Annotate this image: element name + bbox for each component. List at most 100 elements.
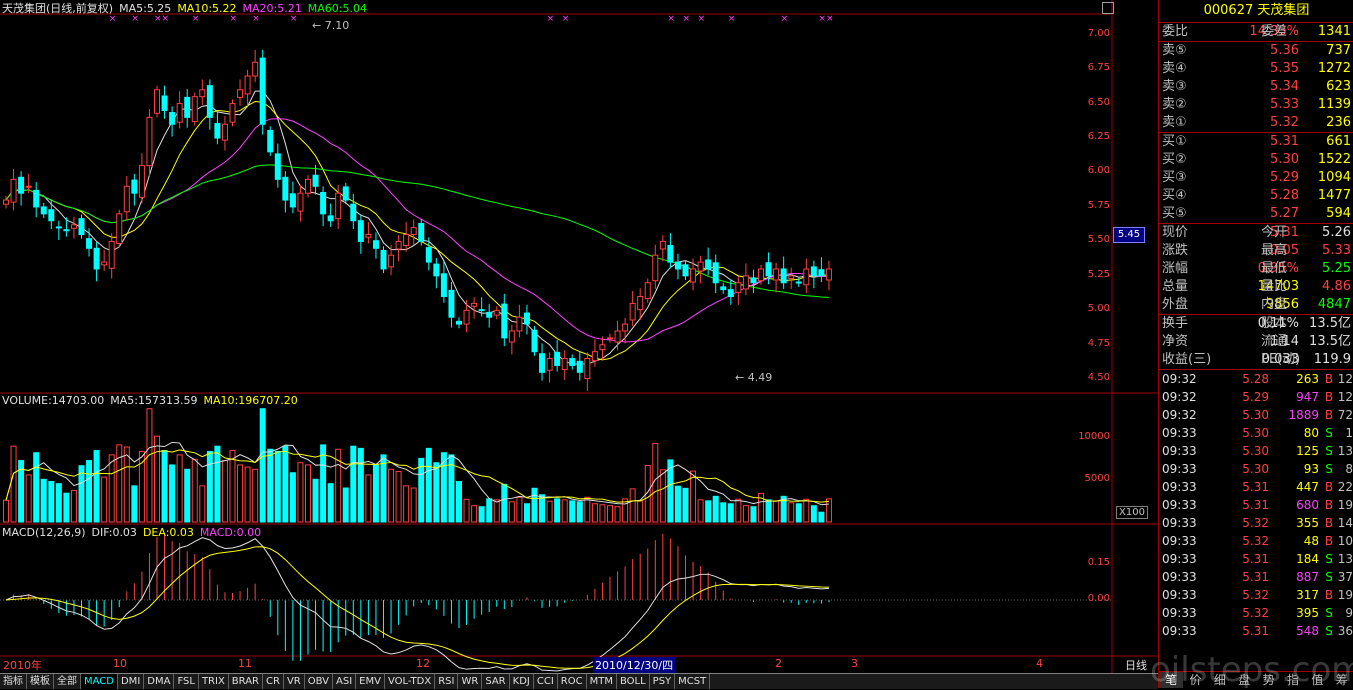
price-axis-label: 6.50 (1087, 96, 1110, 108)
tab-fsl[interactable]: FSL (174, 674, 199, 689)
macd-name: MACD(12,26,9) (2, 526, 86, 539)
macd-value-label: MACD:0.00 (199, 526, 262, 539)
candle-body (40, 206, 47, 215)
tick-row: 09:33 5.32 395 S 9 (1162, 606, 1353, 620)
tab-全部[interactable]: 全部 (54, 674, 81, 689)
candle-body (403, 234, 410, 247)
tab-psy[interactable]: PSY (650, 674, 676, 689)
candle-body (697, 261, 704, 272)
tab-macd[interactable]: MACD (81, 674, 118, 689)
watermark: oilsteps.com.au (1150, 650, 1353, 690)
macd-lines (0, 537, 1112, 672)
tick-row: 09:33 5.31 184 S 13 (1162, 552, 1353, 566)
dea-line (5, 546, 829, 669)
quote-panel: 000627 天茂集团 委比 14.33% 委差 1341 卖⑤ 5.36 737 卖… (1158, 0, 1353, 688)
volume-bar (742, 505, 749, 523)
bid-list: 买① 5.31 661 买② 5.30 1522 买③ 5.29 1094 买④ 5.28 1477 买… (1159, 133, 1353, 223)
order-row: 买② 5.30 1522 (1162, 152, 1351, 167)
volume-bar (199, 485, 206, 523)
volume-bar (3, 499, 9, 523)
candle-body (735, 282, 742, 293)
tab-wr[interactable]: WR (458, 674, 483, 689)
candle-body (380, 249, 387, 270)
price-axis-label: 5.00 (1087, 303, 1110, 315)
ask-list: 卖⑤ 5.36 737 卖④ 5.35 1272 卖③ 5.34 623 卖② 5.33 1139 卖①… (1159, 42, 1353, 132)
price-axis-label: 5.75 (1087, 199, 1110, 211)
candle-body (531, 329, 538, 353)
maximize-box-icon[interactable] (1102, 2, 1114, 14)
candle-body (221, 123, 228, 141)
ma5-line (5, 90, 830, 365)
candle-body (335, 192, 342, 220)
candle-body (63, 229, 70, 232)
candle-body (342, 186, 349, 201)
volume-bar (425, 447, 432, 523)
tab-dma[interactable]: DMA (144, 674, 175, 689)
macd-axis-015: 0.15 (1087, 557, 1110, 568)
tab-roc[interactable]: ROC (558, 674, 587, 689)
tab-mcst[interactable]: MCST (675, 674, 711, 689)
volume-bar (599, 504, 606, 523)
tick-row: 09:33 5.30 93 S 8 (1162, 462, 1353, 476)
volume-bar (93, 450, 100, 523)
tab-vol-tdx[interactable]: VOL-TDX (385, 674, 436, 689)
signal-marker: × (562, 14, 570, 24)
tab-boll[interactable]: BOLL (617, 674, 650, 689)
candle-body (244, 75, 251, 95)
volume-bar (274, 450, 281, 523)
volume-legend: VOLUME:14703.00 MA5:157313.59 MA10:196707.… (2, 394, 304, 407)
price-legend: 天茂集团(日线,前复权) MA5:5.25 MA10:5.22 MA20:5.21 MA… (2, 0, 373, 16)
volume-bar (810, 505, 817, 523)
ma5-label: MA5:5.25 (119, 2, 172, 15)
tab-cr[interactable]: CR (263, 674, 284, 689)
candle-body (418, 222, 425, 242)
tab-asi[interactable]: ASI (333, 674, 357, 689)
ma60-line (5, 164, 829, 298)
tab-obv[interactable]: OBV (305, 674, 333, 689)
ma10-label: MA10:5.22 (177, 2, 237, 15)
volume-bars (3, 408, 832, 523)
order-row: 买① 5.31 661 (1162, 134, 1351, 149)
candle-body (825, 268, 832, 281)
tick-row: 09:33 5.31 447 B 22 (1162, 480, 1353, 494)
volume-bar (146, 408, 153, 523)
tab-cci[interactable]: CCI (534, 674, 558, 689)
tab-mtm[interactable]: MTM (587, 674, 617, 689)
volume-bar (433, 462, 440, 523)
candle-body (214, 123, 221, 139)
volume-bar (576, 501, 583, 523)
volume-bar (289, 472, 296, 523)
volume-bar (101, 476, 108, 523)
tab-brar[interactable]: BRAR (229, 674, 263, 689)
tab-dmi[interactable]: DMI (118, 674, 145, 689)
tab-rsi[interactable]: RSI (435, 674, 459, 689)
tab-指标[interactable]: 指标 (0, 674, 27, 689)
candle-body (184, 96, 191, 118)
candlesticks (3, 49, 832, 391)
period-label[interactable]: 日线 (1125, 657, 1147, 673)
current-price-tag: 5.45 (1113, 227, 1145, 243)
tab-vr[interactable]: VR (284, 674, 305, 689)
high-annotation: ← 7.10 (312, 19, 349, 32)
candle-body (599, 344, 606, 351)
candle-body (176, 103, 183, 123)
volume-bar (727, 503, 734, 523)
candle-body (252, 61, 259, 77)
volume-bar (478, 506, 485, 523)
tab-sar[interactable]: SAR (482, 674, 510, 689)
volume-bar (244, 466, 251, 523)
volume-bar (131, 485, 138, 523)
candle-body (712, 262, 719, 284)
tab-emv[interactable]: EMV (356, 674, 385, 689)
candle-body (138, 165, 145, 198)
ma20-line (5, 118, 829, 343)
tab-trix[interactable]: TRIX (199, 674, 229, 689)
candle-body (48, 209, 55, 222)
volume-bar (320, 444, 327, 523)
dif-line (5, 537, 829, 672)
stat-row: 涨幅 0.95% 最低 5.25 (1162, 261, 1351, 276)
price-axis-label: 6.00 (1087, 165, 1110, 177)
volume-bar (282, 445, 289, 523)
tab-模板[interactable]: 模板 (27, 674, 54, 689)
tab-kdj[interactable]: KDJ (510, 674, 534, 689)
